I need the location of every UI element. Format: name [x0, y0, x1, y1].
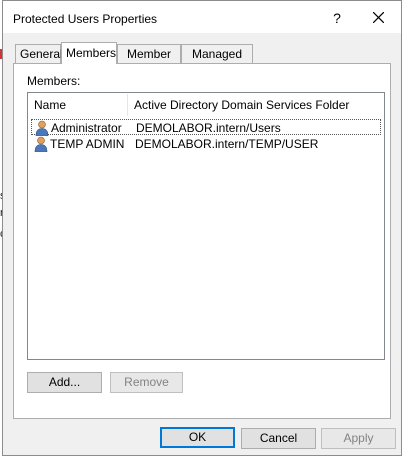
tab-managed-by[interactable]: Managed By [181, 44, 253, 80]
members-tab-panel: Members: Name Active Directory Domain Se… [13, 63, 391, 419]
member-name: TEMP ADMIN [50, 137, 125, 151]
list-item[interactable]: Administrator DEMOLABOR.intern/Users [31, 119, 381, 136]
remove-member-button[interactable]: Remove [110, 372, 183, 393]
member-folder: DEMOLABOR.intern/Users [136, 121, 281, 135]
apply-button[interactable]: Apply [321, 428, 396, 449]
list-header: Name Active Directory Domain Services Fo… [28, 93, 384, 117]
column-header-folder[interactable]: Active Directory Domain Services Folder [134, 98, 349, 112]
column-header-name[interactable]: Name [34, 98, 66, 112]
tab-general[interactable]: General [15, 44, 63, 63]
member-name: Administrator [51, 121, 122, 135]
cancel-button[interactable]: Cancel [241, 428, 316, 449]
title-bar: Protected Users Properties ? [3, 1, 401, 33]
tab-members[interactable]: Members [61, 42, 117, 64]
list-item[interactable]: TEMP ADMIN DEMOLABOR.intern/TEMP/USER [31, 136, 381, 152]
properties-dialog: Protected Users Properties ? General Mem… [2, 0, 402, 456]
window-title: Protected Users Properties [13, 12, 158, 26]
user-icon [35, 120, 49, 136]
column-divider[interactable] [127, 94, 128, 116]
user-icon [34, 136, 48, 152]
close-icon [373, 12, 384, 23]
members-list[interactable]: Name Active Directory Domain Services Fo… [27, 92, 385, 360]
add-member-button[interactable]: Add... [27, 372, 102, 393]
tab-member-of[interactable]: Member Of [117, 44, 181, 80]
members-label: Members: [27, 74, 81, 88]
help-button[interactable]: ? [319, 1, 355, 33]
ok-button[interactable]: OK [160, 427, 235, 448]
close-button[interactable] [355, 1, 401, 33]
member-folder: DEMOLABOR.intern/TEMP/USER [135, 137, 319, 151]
